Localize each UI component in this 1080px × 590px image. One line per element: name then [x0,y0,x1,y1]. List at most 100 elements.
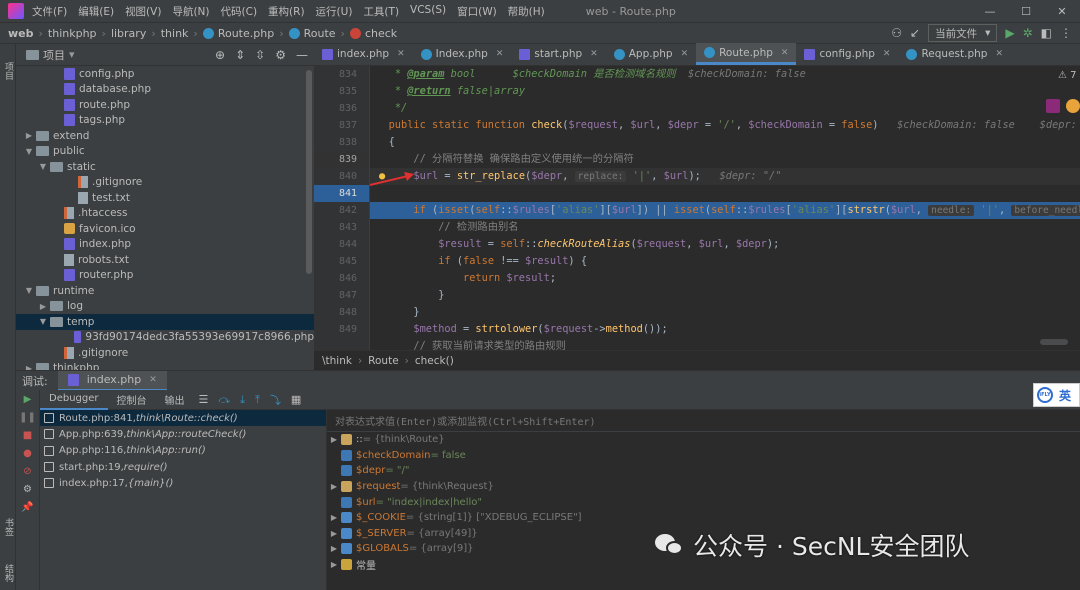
chevron-down-icon[interactable]: ▾ [69,48,75,61]
collapse-all-icon[interactable]: ⇳ [255,48,265,62]
tree-item[interactable]: ▼ public [16,144,314,160]
tree-item[interactable]: robots.txt [16,252,314,268]
phpstorm-browser-icon[interactable] [1046,99,1060,113]
more-icon[interactable]: ⋮ [1060,26,1072,40]
stack-frame[interactable]: App.php:116, think\App::run() [40,443,326,459]
chrome-browser-icon[interactable] [1066,99,1080,113]
gear-icon[interactable]: ⚙ [275,48,286,62]
tree-item[interactable]: ▶ thinkphp [16,361,314,370]
expand-all-icon[interactable]: ⇕ [235,48,245,62]
project-strip-label[interactable]: 项目 [2,62,15,80]
breadcrumb-item[interactable]: think [161,27,189,40]
code-breadcrumb-item[interactable]: Route [368,355,398,367]
menu-item[interactable]: 窗口(W) [457,4,497,19]
pin-icon[interactable]: 📌 [16,498,39,516]
run-config-dropdown[interactable]: 当前文件 ▾ [928,24,998,42]
code-breadcrumb-item[interactable]: \think [322,355,352,367]
chevron-down-icon[interactable]: ▼ [24,286,34,295]
menu-item[interactable]: 帮助(H) [508,4,545,19]
editor-tab[interactable]: App.php ✕ [606,43,696,65]
chevron-right-icon[interactable]: ▶ [327,560,341,569]
stack-frame[interactable]: Route.php:841, think\Route::check() [40,410,326,427]
chevron-right-icon[interactable]: ▶ [327,529,341,538]
breadcrumb-item[interactable]: Route [304,27,336,40]
tree-item[interactable]: router.php [16,268,314,284]
chevron-right-icon[interactable]: ▶ [38,302,48,311]
chevron-right-icon[interactable]: ▶ [327,513,341,522]
back-arrow-icon[interactable]: ↙ [910,26,920,40]
chevron-right-icon[interactable]: ▶ [327,482,341,491]
breadcrumb-item[interactable]: web [8,27,34,40]
stop-icon[interactable]: ■ [16,426,39,444]
horizontal-scrollbar[interactable] [1040,339,1068,345]
code-editor[interactable]: * @param bool $checkDomain 是否检测域名规则 $che… [370,66,1080,350]
ime-indicator[interactable]: iFLY 英 [1033,383,1080,407]
close-icon[interactable]: ✕ [496,49,504,59]
resume-icon[interactable]: ▶ [16,390,39,408]
menu-item[interactable]: 导航(N) [172,4,209,19]
close-icon[interactable]: ✕ [883,49,891,59]
settings-icon[interactable]: ⚙ [16,480,39,498]
hide-icon[interactable]: — [296,48,308,62]
breadcrumb-item[interactable]: check [365,27,397,40]
view-breakpoints-icon[interactable]: ● [16,444,39,462]
close-icon[interactable]: ✕ [781,48,789,58]
code-breadcrumb-item[interactable]: check() [415,355,454,367]
debug-bug-icon[interactable]: ✲ [1023,26,1033,40]
breadcrumb-item[interactable]: Route.php [218,27,274,40]
menu-item[interactable]: VCS(S) [410,4,446,19]
locate-icon[interactable]: ⊕ [215,48,225,62]
menu-item[interactable]: 视图(V) [125,4,161,19]
evaluate-icon[interactable]: ▦ [291,393,301,406]
tree-item[interactable]: config.php [16,66,314,82]
breadcrumb-item[interactable]: thinkphp [48,27,97,40]
tree-item[interactable]: favicon.ico [16,221,314,237]
user-icon[interactable]: ⚇ [891,26,902,40]
debugger-tab[interactable]: Debugger [40,390,108,410]
tree-item[interactable]: ▼ static [16,159,314,175]
close-icon[interactable]: ✕ [590,49,598,59]
close-icon[interactable]: ✕ [149,375,157,385]
editor-tab[interactable]: Request.php ✕ [898,43,1011,65]
menu-item[interactable]: 编辑(E) [78,4,114,19]
editor-tab[interactable]: Index.php ✕ [413,43,512,65]
pause-icon[interactable]: ❚❚ [16,408,39,426]
chevron-down-icon[interactable]: ▼ [38,317,48,326]
stack-frame[interactable]: index.php:17, {main}() [40,475,326,491]
step-out-icon[interactable]: ⤒ [255,393,260,407]
chevron-right-icon[interactable]: ▶ [327,544,341,553]
editor-tab[interactable]: config.php ✕ [796,43,898,65]
tree-item[interactable]: ▼ temp [16,314,314,330]
run-to-cursor-icon[interactable]: ⤵ [270,392,281,408]
step-into-icon[interactable]: ⤓ [240,393,245,407]
close-icon[interactable]: ✕ [681,49,689,59]
tree-item[interactable]: ▼ runtime [16,283,314,299]
list-icon[interactable]: ☰ [199,393,209,406]
stack-frame[interactable]: App.php:639, think\App::routeCheck() [40,426,326,442]
tree-item[interactable]: ▶ extend [16,128,314,144]
run-icon[interactable]: ▶ [1005,26,1014,40]
tree-item[interactable]: .gitignore [16,175,314,191]
variable-row[interactable]: ▶:: = {think\Route} [327,432,1080,448]
close-icon[interactable]: ✕ [397,49,405,59]
menu-item[interactable]: 代码(C) [221,4,258,19]
project-title[interactable]: 项目 [43,47,65,63]
menu-item[interactable]: 文件(F) [32,4,67,19]
debugger-tab[interactable]: 控制台 [108,390,156,410]
variable-row[interactable]: ▶ $_COOKIE = {string[1]} ["XDEBUG_ECLIPSE… [327,510,1080,526]
structure-strip-label[interactable]: 结构 [2,564,15,582]
variable-row[interactable]: ▶ $request = {think\Request} [327,479,1080,495]
chevron-right-icon[interactable]: ▶ [24,131,34,140]
menu-item[interactable]: 工具(T) [363,4,399,19]
menu-item[interactable]: 运行(U) [316,4,353,19]
tree-scrollbar[interactable] [306,70,312,274]
step-over-icon[interactable]: ⤼ [218,393,230,407]
tree-item[interactable]: index.php [16,237,314,253]
debugger-tab[interactable]: 输出 [156,390,194,410]
coverage-icon[interactable]: ◧ [1041,26,1052,40]
tree-item[interactable]: test.txt [16,190,314,206]
tree-item[interactable]: .htaccess [16,206,314,222]
stack-frame[interactable]: start.php:19, require() [40,459,326,475]
tree-item[interactable]: tags.php [16,113,314,129]
maximize-icon[interactable]: ☐ [1008,0,1044,22]
